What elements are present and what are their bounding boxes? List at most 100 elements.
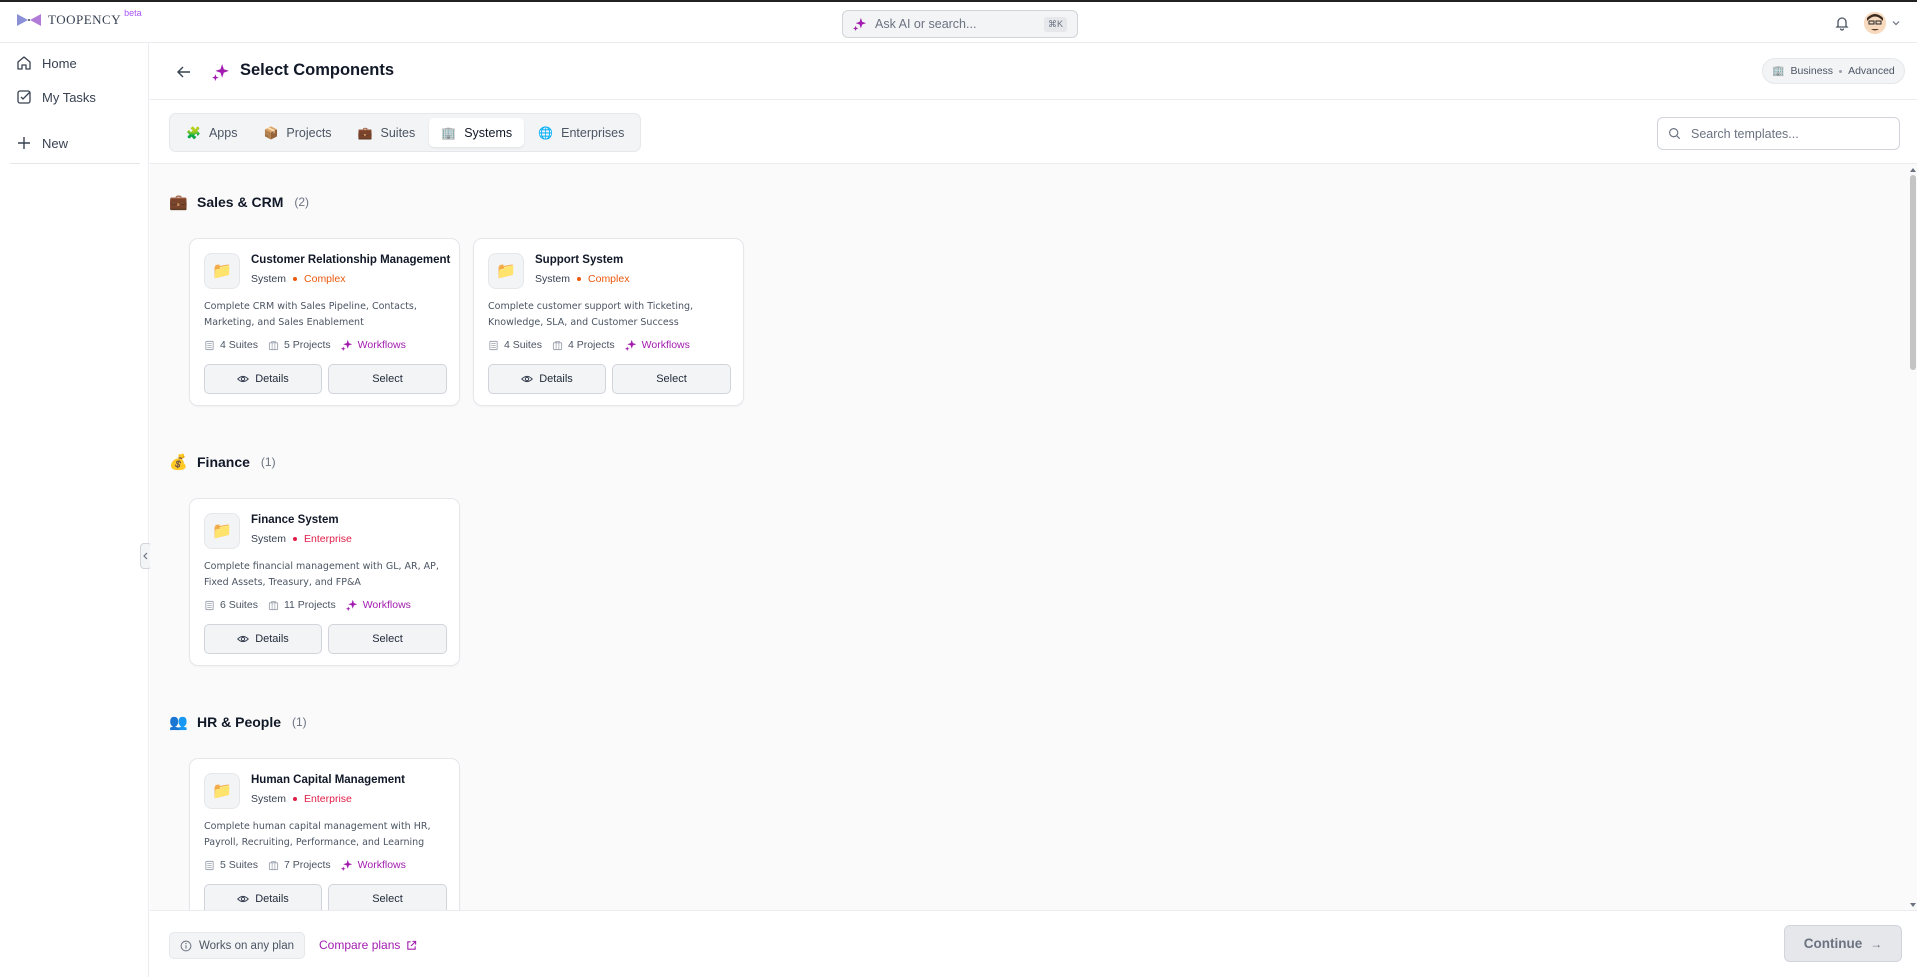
project-icon [268, 860, 279, 870]
plan-badge: 🏢 Business Advanced [1762, 58, 1905, 84]
projects-stat: 4 Projects [552, 339, 615, 351]
scrollbar-thumb[interactable] [1910, 175, 1916, 370]
plus-icon [18, 137, 30, 149]
template-card[interactable]: 📁 Customer Relationship Management Syste… [189, 238, 460, 406]
top-bar: TOOPENCY beta Ask AI or search... ⌘K [0, 2, 1917, 43]
search-shortcut: ⌘K [1043, 16, 1067, 32]
card-title: Customer Relationship Management [251, 254, 451, 266]
main-area: Select Components 🏢 Business Advanced 🧩 … [150, 43, 1917, 977]
card-meta: System Complex [535, 273, 629, 285]
suites-stat: 6 Suites [204, 599, 258, 611]
suites-count: 5 Suites [220, 859, 258, 871]
workflows-stat[interactable]: Workflows [340, 859, 406, 871]
compare-label: Compare plans [319, 938, 401, 952]
workflows-label: Workflows [641, 339, 690, 351]
section-title: HR & People [197, 714, 282, 730]
select-label: Select [372, 633, 403, 645]
continue-button[interactable]: Continue → [1784, 925, 1902, 962]
logo-text: TOOPENCY [48, 12, 122, 27]
logo-mark-icon [17, 14, 41, 26]
tab-systems[interactable]: 🏢 Systems [429, 118, 525, 147]
details-button[interactable]: Details [488, 364, 606, 394]
search-icon [1669, 128, 1681, 140]
sidebar-item-home[interactable]: Home [16, 55, 77, 71]
suite-icon [205, 340, 214, 350]
details-button[interactable]: Details [204, 624, 322, 654]
template-card[interactable]: 📁 Finance System System Enterprise Compl… [189, 498, 460, 666]
card-description: Complete financial management with GL, A… [204, 561, 439, 588]
projects-count: 4 Projects [567, 339, 615, 351]
suite-icon [205, 860, 214, 870]
avatar-face-icon [1864, 12, 1886, 34]
sidebar-item-new[interactable]: New [16, 135, 68, 151]
tab-label: Apps [208, 125, 238, 140]
tab-label: Suites [380, 125, 416, 140]
template-search-input[interactable] [1691, 126, 1881, 141]
suites-stat: 5 Suites [204, 859, 258, 871]
workflows-stat[interactable]: Workflows [340, 339, 406, 351]
folder-icon: 📁 [488, 253, 524, 289]
projects-stat: 11 Projects [268, 599, 336, 611]
building-icon: 🏢 [1772, 65, 1785, 77]
tab-suites[interactable]: 💼 Suites [346, 118, 428, 147]
workflows-label: Workflows [357, 859, 406, 871]
template-card[interactable]: 📁 Human Capital Management System Enterp… [189, 758, 460, 910]
select-button[interactable]: Select [328, 884, 447, 910]
sidebar-item-my-tasks[interactable]: My Tasks [16, 89, 96, 105]
eye-icon [237, 895, 250, 903]
project-icon [268, 340, 279, 350]
tab-enterprises[interactable]: 🌐 Enterprises [526, 118, 636, 147]
tab-projects[interactable]: 📦 Projects [251, 118, 343, 147]
bell-icon[interactable] [1834, 15, 1850, 31]
suite-icon [205, 600, 214, 610]
select-button[interactable]: Select [612, 364, 731, 394]
global-search[interactable]: Ask AI or search... ⌘K [842, 10, 1078, 38]
workflows-stat[interactable]: Workflows [624, 339, 690, 351]
page-header: Select Components 🏢 Business Advanced [150, 43, 1917, 100]
back-arrow-icon[interactable] [176, 64, 192, 80]
works-label: Works on any plan [199, 939, 295, 952]
folder-icon: 📁 [204, 773, 240, 809]
template-card[interactable]: 📁 Support System System Complex Complete… [473, 238, 744, 406]
avatar[interactable] [1864, 12, 1886, 34]
compare-plans-link[interactable]: Compare plans [319, 938, 417, 952]
eye-icon [237, 375, 250, 383]
details-button[interactable]: Details [204, 884, 322, 910]
project-icon [268, 600, 279, 610]
tab-apps[interactable]: 🧩 Apps [174, 118, 249, 147]
select-label: Select [372, 373, 403, 385]
scroll-down-icon[interactable] [1909, 902, 1917, 908]
select-button[interactable]: Select [328, 624, 447, 654]
logo[interactable]: TOOPENCY beta [16, 8, 142, 28]
tab-label: Projects [286, 125, 332, 140]
sparkle-icon [212, 64, 229, 81]
sidebar-item-label: My Tasks [42, 89, 96, 105]
suites-count: 4 Suites [504, 339, 542, 351]
card-meta: System Enterprise [251, 793, 352, 805]
suite-icon [489, 340, 498, 350]
sparkle-icon [340, 339, 352, 351]
card-type: System [251, 273, 287, 285]
scrollbar[interactable] [1909, 165, 1917, 910]
people-icon: 👥 [169, 714, 188, 731]
globe-icon: 🌐 [538, 125, 554, 140]
content-scroll[interactable]: 💼 Sales & CRM (2) 📁 Customer Relationshi… [150, 165, 1917, 910]
select-button[interactable]: Select [328, 364, 447, 394]
building-icon: 🏢 [441, 125, 457, 140]
card-title: Finance System [251, 514, 339, 526]
folder-icon: 📁 [204, 253, 240, 289]
projects-count: 5 Projects [283, 339, 331, 351]
scroll-up-icon[interactable] [1909, 167, 1917, 173]
project-icon [552, 340, 563, 350]
details-label: Details [255, 893, 289, 905]
chevron-down-icon[interactable] [1891, 18, 1901, 28]
card-title: Support System [535, 254, 624, 266]
template-search[interactable] [1657, 117, 1900, 150]
card-complexity: Complex [304, 273, 346, 285]
page-title: Select Components [240, 61, 395, 79]
card-stats: 4 Suites 4 Projects Workflows [488, 339, 690, 351]
footer-bar: Works on any plan Compare plans Continue… [150, 910, 1917, 977]
workflows-label: Workflows [357, 339, 406, 351]
details-button[interactable]: Details [204, 364, 322, 394]
workflows-stat[interactable]: Workflows [345, 599, 411, 611]
